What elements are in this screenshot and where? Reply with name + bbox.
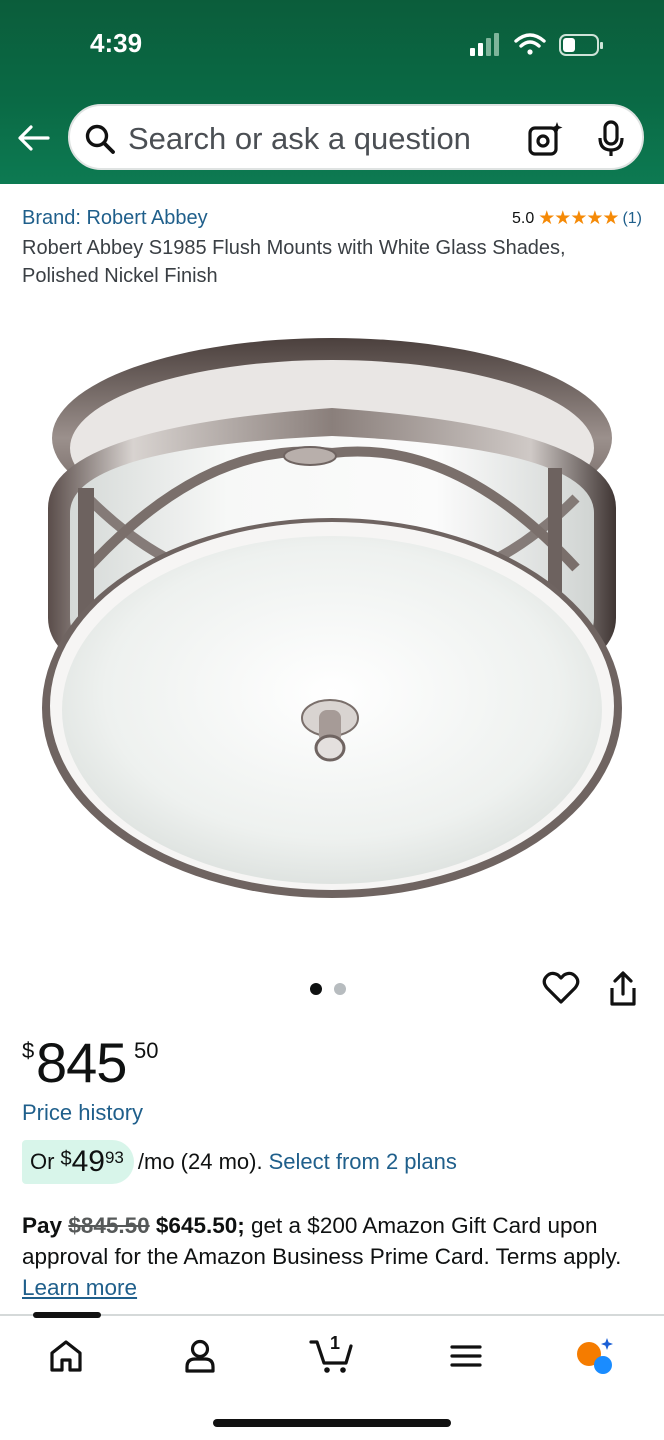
installment-whole: 49: [71, 1145, 105, 1178]
price-history-link[interactable]: Price history: [22, 1100, 143, 1126]
status-icons: [470, 33, 603, 56]
rating-summary[interactable]: 5.0 ★★★★★ (1): [512, 207, 642, 230]
pagination-dot[interactable]: [334, 983, 346, 995]
promo-original-price: $845.50: [68, 1213, 150, 1238]
status-time: 4:39: [90, 28, 143, 58]
brand-link[interactable]: Brand: Robert Abbey: [22, 207, 208, 230]
installment-badge: Or $ 49 93: [22, 1140, 134, 1184]
promo-price: $645.50;: [155, 1213, 245, 1238]
heart-icon[interactable]: [542, 970, 580, 1006]
menu-icon[interactable]: [446, 1336, 486, 1376]
rufus-icon[interactable]: [574, 1336, 614, 1376]
product-image[interactable]: [28, 318, 636, 918]
cart-count: 1: [330, 1333, 340, 1353]
active-tab-indicator: [33, 1312, 101, 1318]
select-plans-link[interactable]: Select from 2 plans: [269, 1149, 457, 1175]
back-arrow-icon[interactable]: [16, 120, 52, 156]
account-icon[interactable]: [180, 1336, 220, 1376]
card-promo: Pay $845.50 $645.50; get a $200 Amazon G…: [22, 1210, 642, 1303]
price-whole: 845: [36, 1031, 127, 1094]
microphone-icon[interactable]: [596, 120, 626, 158]
camera-lens-icon[interactable]: [526, 120, 564, 158]
price-fraction: 50: [134, 1038, 159, 1063]
rating-value: 5.0: [512, 209, 535, 227]
installment-offer: Or $ 49 93 /mo (24 mo). Select from 2 pl…: [22, 1140, 457, 1184]
product-title: Robert Abbey S1985 Flush Mounts with Whi…: [22, 237, 566, 287]
rating-count[interactable]: (1): [622, 210, 642, 228]
home-icon[interactable]: [46, 1336, 86, 1376]
search-icon: [85, 124, 115, 154]
wifi-icon: [514, 33, 546, 55]
installment-symbol: $: [60, 1148, 72, 1170]
battery-icon: [559, 34, 603, 56]
search-bar[interactable]: Search or ask a question: [68, 104, 644, 170]
pagination-dot-active[interactable]: [310, 983, 322, 995]
promo-pay-label: Pay: [22, 1213, 63, 1238]
cellular-signal-icon: [470, 33, 499, 56]
installment-term: /mo (24 mo).: [137, 1149, 263, 1174]
price-symbol: $: [22, 1038, 35, 1063]
learn-more-link[interactable]: Learn more: [22, 1275, 137, 1300]
app-header: 4:39 Search or ask a question: [0, 0, 664, 184]
cart-icon[interactable]: 1: [308, 1332, 356, 1376]
installment-fraction: 93: [104, 1148, 124, 1167]
search-input[interactable]: Search or ask a question: [128, 121, 471, 157]
installment-prefix: Or: [30, 1149, 55, 1174]
home-indicator[interactable]: [213, 1419, 451, 1427]
image-pagination[interactable]: [310, 983, 346, 995]
star-rating-icon: ★★★★★: [538, 208, 619, 229]
share-icon[interactable]: [606, 970, 640, 1008]
